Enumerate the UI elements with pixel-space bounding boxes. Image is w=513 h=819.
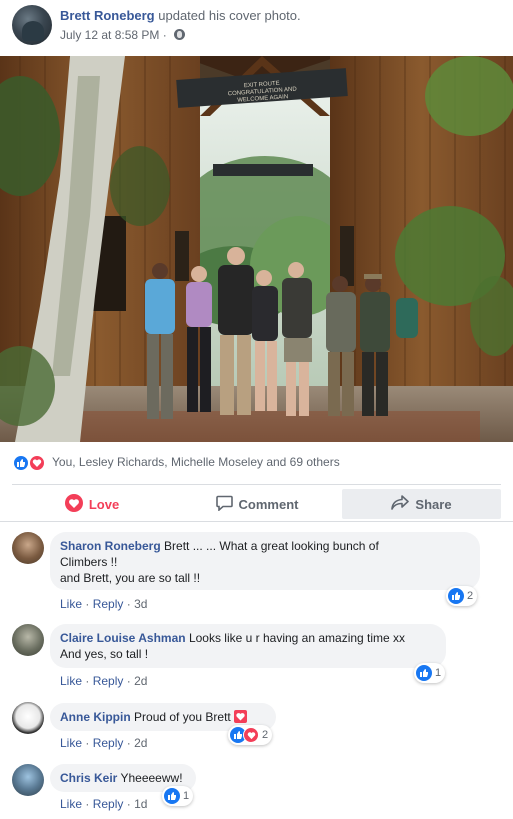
reply-link[interactable]: Reply — [93, 797, 124, 811]
author-name[interactable]: Brett Roneberg — [60, 8, 155, 23]
reaction-count: 2 — [262, 729, 269, 741]
divider — [0, 521, 513, 522]
comment-button[interactable]: Comment — [177, 489, 337, 519]
comment-meta: Like · Reply · 3d — [60, 597, 147, 611]
comment-reactions-badge[interactable]: 1 — [162, 786, 194, 806]
post-actions: Love Comment Share — [12, 484, 501, 520]
post-timestamp[interactable]: July 12 at 8:58 PM — [60, 28, 159, 42]
commenter-avatar[interactable] — [12, 702, 44, 734]
comment-age[interactable]: 2d — [134, 674, 147, 688]
commenter-avatar[interactable] — [12, 764, 44, 796]
separator: · — [85, 736, 90, 750]
love-button-label: Love — [88, 496, 120, 512]
separator: · — [85, 674, 90, 688]
comment-bubble: Claire Louise Ashman Looks like u r havi… — [50, 624, 446, 668]
reaction-count: 1 — [435, 667, 442, 679]
commenter-name[interactable]: Anne Kippin — [60, 710, 131, 724]
love-heart-icon — [64, 493, 89, 515]
like-icon — [416, 665, 432, 681]
like-link[interactable]: Like — [60, 736, 82, 750]
reply-link[interactable]: Reply — [93, 674, 124, 688]
commenter-name[interactable]: Chris Keir — [60, 771, 117, 785]
comment-meta: Like · Reply · 1d — [60, 797, 147, 811]
reply-link[interactable]: Reply — [93, 597, 124, 611]
share-arrow-icon — [391, 495, 415, 513]
separator: · — [162, 28, 167, 42]
reaction-count: 2 — [467, 590, 474, 602]
like-icon — [448, 588, 464, 604]
comment-age[interactable]: 2d — [134, 736, 147, 750]
heart-emoji-icon — [234, 710, 248, 723]
reactions-summary[interactable]: You, Lesley Richards, Michelle Moseley a… — [0, 442, 513, 478]
separator: · — [126, 597, 131, 611]
comment-text: Yheeeeww! — [120, 771, 183, 785]
post-timestamp-line: July 12 at 8:58 PM · — [60, 28, 186, 42]
like-link[interactable]: Like — [60, 597, 82, 611]
love-icon — [28, 454, 46, 472]
separator: · — [85, 597, 90, 611]
reply-link[interactable]: Reply — [93, 736, 124, 750]
reaction-count: 1 — [183, 790, 190, 802]
separator: · — [126, 674, 131, 688]
cover-photo-image: EXIT ROUTE CONGRATULATION AND WELCOME AG… — [0, 56, 513, 442]
post-action-text: updated his cover photo. — [158, 8, 301, 23]
comment-button-label: Comment — [238, 496, 299, 512]
comment-bubble-icon — [215, 495, 239, 514]
comment-reactions-badge[interactable]: 1 — [414, 663, 446, 683]
love-button[interactable]: Love — [12, 489, 172, 519]
like-link[interactable]: Like — [60, 797, 82, 811]
comment-age[interactable]: 3d — [134, 597, 147, 611]
author-avatar[interactable] — [12, 5, 52, 45]
like-link[interactable]: Like — [60, 674, 82, 688]
comment-bubble: Sharon Roneberg Brett ... ... What a gre… — [50, 532, 480, 590]
globe-icon[interactable] — [174, 29, 186, 40]
share-button-label: Share — [415, 496, 452, 512]
comment-text: Proud of you Brett — [134, 710, 231, 724]
love-icon — [243, 727, 259, 743]
separator: · — [126, 797, 131, 811]
comment-reactions-badge[interactable]: 2 — [228, 725, 273, 745]
post-author-line: Brett Roneberg updated his cover photo. — [60, 8, 301, 23]
commenter-name[interactable]: Sharon Roneberg — [60, 539, 161, 553]
commenter-avatar[interactable] — [12, 532, 44, 564]
share-button[interactable]: Share — [342, 489, 501, 519]
cover-photo[interactable]: EXIT ROUTE CONGRATULATION AND WELCOME AG… — [0, 56, 513, 442]
separator: · — [85, 797, 90, 811]
separator: · — [126, 736, 131, 750]
post-header: Brett Roneberg updated his cover photo. … — [0, 0, 513, 56]
reactions-summary-text[interactable]: You, Lesley Richards, Michelle Moseley a… — [52, 455, 340, 469]
comment-reactions-badge[interactable]: 2 — [446, 586, 478, 606]
commenter-name[interactable]: Claire Louise Ashman — [60, 631, 186, 645]
like-icon — [164, 788, 180, 804]
comment-age[interactable]: 1d — [134, 797, 147, 811]
comment-meta: Like · Reply · 2d — [60, 736, 147, 750]
comment-meta: Like · Reply · 2d — [60, 674, 147, 688]
commenter-avatar[interactable] — [12, 624, 44, 656]
